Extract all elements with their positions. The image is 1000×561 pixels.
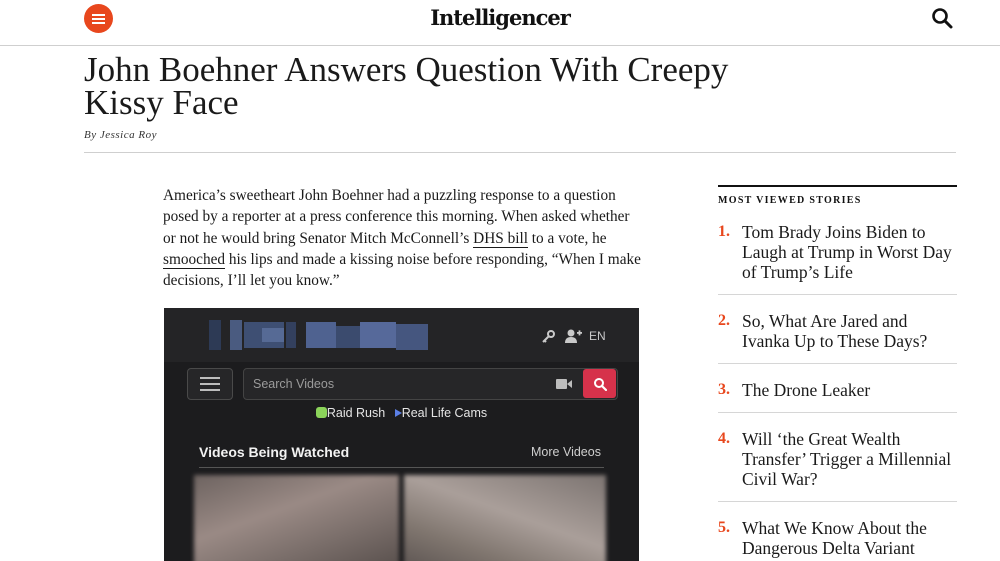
sidebar-divider: [718, 412, 957, 413]
real-life-cams-link[interactable]: Real Life Cams: [402, 406, 487, 420]
item-number: 5.: [718, 519, 730, 536]
header-divider: [0, 45, 1000, 46]
author-link[interactable]: Jessica Roy: [100, 129, 157, 141]
smooched-link[interactable]: smooched: [163, 250, 226, 269]
video-menu-button[interactable]: [187, 368, 233, 400]
video-section-divider: [199, 467, 604, 468]
play-icon: [394, 409, 402, 417]
videos-being-watched-heading: Videos Being Watched: [199, 444, 350, 460]
item-number: 3.: [718, 381, 730, 398]
video-thumbnail[interactable]: [404, 475, 606, 561]
article-body: America’s sweetheart John Boehner had a …: [163, 185, 643, 291]
body-text-3: his lips and made a kissing noise before…: [163, 250, 641, 290]
item-title[interactable]: Tom Brady Joins Biden to Laugh at Trump …: [742, 222, 958, 282]
video-search-button[interactable]: [583, 369, 616, 398]
sidebar-divider: [718, 501, 957, 502]
video-category-links: Raid Rush Real Life Cams: [164, 406, 639, 420]
byline-prefix: By: [84, 129, 97, 141]
language-selector[interactable]: EN: [589, 329, 606, 343]
dhs-bill-link[interactable]: DHS bill: [473, 229, 528, 248]
article-title: John Boehner Answers Question With Creep…: [84, 50, 729, 122]
body-text-2: to a vote, he: [527, 229, 607, 247]
raid-rush-link[interactable]: Raid Rush: [327, 406, 385, 420]
sidebar-divider: [718, 363, 957, 364]
add-user-icon[interactable]: [564, 328, 582, 344]
video-search-placeholder: Search Videos: [253, 377, 335, 391]
site-logo[interactable]: Intelligencer: [0, 5, 1000, 30]
item-title[interactable]: What We Know About the Dangerous Delta V…: [742, 518, 958, 558]
more-videos-link[interactable]: More Videos: [531, 445, 601, 459]
video-thumbnail[interactable]: [194, 475, 399, 561]
item-number: 4.: [718, 430, 730, 447]
item-title[interactable]: The Drone Leaker: [742, 380, 958, 400]
item-number: 1.: [718, 223, 730, 240]
sidebar-top-rule: [718, 185, 957, 187]
video-embed[interactable]: EN Search Videos Raid Rush Real Life Cam…: [164, 308, 639, 561]
search-icon: [593, 377, 607, 391]
item-title[interactable]: So, What Are Jared and Ivanka Up to Thes…: [742, 311, 958, 351]
search-icon[interactable]: [930, 6, 954, 30]
item-number: 2.: [718, 312, 730, 329]
title-divider: [84, 152, 956, 153]
video-camera-icon[interactable]: [556, 379, 572, 389]
key-icon[interactable]: [541, 330, 555, 344]
sidebar-divider: [718, 294, 957, 295]
item-title[interactable]: Will ‘the Great Wealth Transfer’ Trigger…: [742, 429, 958, 489]
byline: By Jessica Roy: [84, 129, 157, 141]
game-icon: [315, 407, 327, 418]
most-viewed-heading: MOST VIEWED STORIES: [718, 195, 862, 206]
